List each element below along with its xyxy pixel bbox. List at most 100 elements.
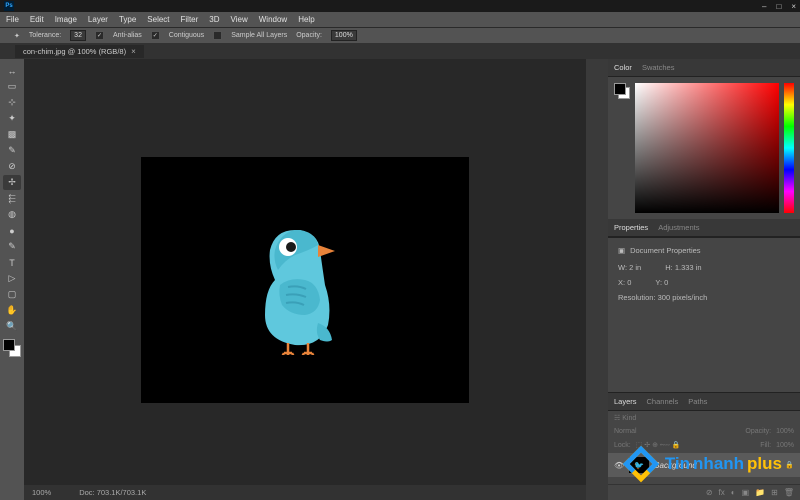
tool-zoom[interactable]: 🔍 <box>3 319 21 334</box>
tolerance-label: Tolerance: <box>29 32 61 39</box>
app-logo-icon: Ps <box>4 1 14 11</box>
close-button[interactable]: × <box>791 2 796 11</box>
menu-image[interactable]: Image <box>55 15 77 24</box>
layer-opacity-label: Opacity: <box>745 428 771 435</box>
lock-icon: 🔒 <box>785 461 794 469</box>
tab-close-icon[interactable]: × <box>131 47 136 56</box>
blend-mode[interactable]: Normal <box>614 428 637 435</box>
watermark-logo-icon <box>623 446 659 482</box>
hue-slider[interactable] <box>784 83 794 213</box>
canvas-area[interactable]: 100% Doc: 703.1K/703.1K <box>24 59 586 500</box>
doc-size: Doc: 703.1K/703.1K <box>79 488 146 497</box>
height-value[interactable]: 1.333 in <box>675 263 702 272</box>
menu-view[interactable]: View <box>231 15 248 24</box>
group-icon[interactable]: 📁 <box>755 488 765 497</box>
tool-path[interactable]: ▷ <box>3 271 21 286</box>
maximize-button[interactable]: □ <box>776 2 781 11</box>
color-panel-tabs: Color Swatches <box>608 59 800 77</box>
antialias-checkbox[interactable]: ✓ <box>95 31 104 40</box>
tool-hand[interactable]: ✋ <box>3 303 21 318</box>
tab-layers[interactable]: Layers <box>614 397 637 406</box>
tool-dodge[interactable]: ● <box>3 223 21 238</box>
menu-bar: File Edit Image Layer Type Select Filter… <box>0 12 800 27</box>
x-label: X: <box>618 278 625 287</box>
tool-marquee[interactable]: ▭ <box>3 79 21 94</box>
menu-layer[interactable]: Layer <box>88 15 108 24</box>
watermark-text-1: Tin <box>665 454 690 474</box>
watermark-text-3: plus <box>747 454 782 474</box>
color-field[interactable] <box>635 83 779 213</box>
foreground-color-swatch[interactable] <box>3 339 15 351</box>
tool-pen[interactable]: ✎ <box>3 239 21 254</box>
y-value[interactable]: 0 <box>664 278 668 287</box>
opacity-input[interactable]: 100% <box>331 30 357 41</box>
menu-filter[interactable]: Filter <box>181 15 199 24</box>
document-tabs: con-chim.jpg @ 100% (RGB/8) × <box>0 43 800 59</box>
menu-window[interactable]: Window <box>259 15 287 24</box>
document-icon: ▣ <box>618 246 625 255</box>
tab-adjustments[interactable]: Adjustments <box>658 223 699 232</box>
tool-stamp[interactable]: ⬱ <box>3 191 21 206</box>
tab-color[interactable]: Color <box>614 63 632 72</box>
tab-properties[interactable]: Properties <box>614 223 648 232</box>
collapsed-panel-dock[interactable] <box>586 59 608 500</box>
fx-icon[interactable]: fx <box>719 488 725 497</box>
fg-swatch[interactable] <box>614 83 626 95</box>
properties-panel-tabs: Properties Adjustments <box>608 219 800 237</box>
menu-help[interactable]: Help <box>298 15 314 24</box>
bird-artwork <box>240 205 370 355</box>
tool-eyedropper[interactable]: ✎ <box>3 143 21 158</box>
sample-checkbox[interactable] <box>213 31 222 40</box>
contiguous-checkbox[interactable]: ✓ <box>151 31 160 40</box>
workspace: ↔ ▭ ⊹ ✦ ▩ ✎ ⊘ ✢ ⬱ ◍ ● ✎ T ▷ ▢ ✋ 🔍 <box>0 59 800 500</box>
layer-opacity-value[interactable]: 100% <box>776 428 794 435</box>
tool-crop[interactable]: ▩ <box>3 127 21 142</box>
watermark-text-2: nhanh <box>693 454 744 474</box>
document-canvas[interactable] <box>141 157 469 403</box>
width-value[interactable]: 2 in <box>629 263 641 272</box>
tool-move[interactable]: ↔ <box>3 63 21 78</box>
menu-select[interactable]: Select <box>147 15 169 24</box>
tab-paths[interactable]: Paths <box>688 397 707 406</box>
document-tab[interactable]: con-chim.jpg @ 100% (RGB/8) × <box>15 45 144 58</box>
title-bar: Ps – □ × <box>0 0 800 12</box>
adjustment-icon[interactable]: ▣ <box>742 488 750 497</box>
zoom-level[interactable]: 100% <box>32 488 51 497</box>
layers-panel-tabs: Layers Channels Paths <box>608 393 800 411</box>
tool-brush[interactable]: ✢ <box>3 175 21 190</box>
layers-footer: ⊘ fx ◐ ▣ 📁 ⊞ 🗑 <box>608 484 800 500</box>
options-bar: ✦ Tolerance: 32 ✓ Anti-alias ✓ Contiguou… <box>0 27 800 43</box>
menu-3d[interactable]: 3D <box>209 15 219 24</box>
menu-edit[interactable]: Edit <box>30 15 44 24</box>
opacity-label: Opacity: <box>296 32 322 39</box>
resolution-label: Resolution: <box>618 293 656 302</box>
watermark: Tin nhanh plus <box>623 446 782 482</box>
new-layer-icon[interactable]: ⊞ <box>771 488 778 497</box>
tool-shape[interactable]: ▢ <box>3 287 21 302</box>
tab-channels[interactable]: Channels <box>647 397 679 406</box>
right-panels: Color Swatches Properties Adjustments ▣ <box>608 59 800 500</box>
minimize-button[interactable]: – <box>762 2 766 11</box>
tool-wand[interactable]: ✦ <box>3 111 21 126</box>
menu-type[interactable]: Type <box>119 15 136 24</box>
tool-gradient[interactable]: ◍ <box>3 207 21 222</box>
panel-swatch[interactable] <box>614 83 630 99</box>
layer-filter[interactable]: ☵ Kind <box>614 414 636 422</box>
color-swatch-tool[interactable] <box>3 339 21 357</box>
right-dock: Color Swatches Properties Adjustments ▣ <box>586 59 800 500</box>
height-label: H: <box>665 263 673 272</box>
contiguous-label: Contiguous <box>169 32 204 39</box>
trash-icon[interactable]: 🗑 <box>784 488 794 497</box>
toolbox: ↔ ▭ ⊹ ✦ ▩ ✎ ⊘ ✢ ⬱ ◍ ● ✎ T ▷ ▢ ✋ 🔍 <box>0 59 24 500</box>
resolution-value[interactable]: 300 pixels/inch <box>658 293 708 302</box>
menu-file[interactable]: File <box>6 15 19 24</box>
tolerance-input[interactable]: 32 <box>70 30 86 41</box>
tool-heal[interactable]: ⊘ <box>3 159 21 174</box>
x-value[interactable]: 0 <box>627 278 631 287</box>
mask-icon[interactable]: ◐ <box>731 488 736 497</box>
color-panel <box>608 77 800 219</box>
link-layers-icon[interactable]: ⊘ <box>706 488 713 497</box>
tool-lasso[interactable]: ⊹ <box>3 95 21 110</box>
tab-swatches[interactable]: Swatches <box>642 63 675 72</box>
tool-text[interactable]: T <box>3 255 21 270</box>
